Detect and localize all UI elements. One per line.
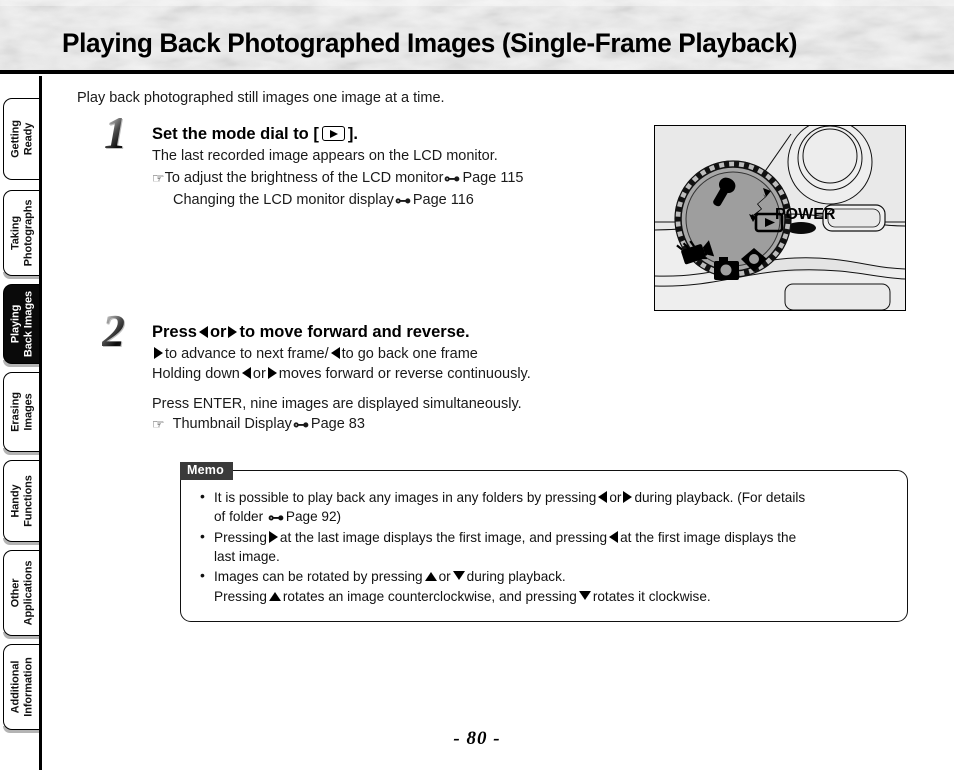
step-2-line-2-b: or (252, 366, 266, 382)
sidebar-item-label: Taking Photographs (9, 199, 34, 267)
step-1-reference-2-text: Changing the LCD monitor display (173, 192, 394, 208)
step-2-number: 2 (102, 305, 125, 356)
step-2-line-2-a: Holding down (152, 366, 240, 382)
cross-reference-arrow-icon: ⊷ (394, 193, 411, 210)
camera-mode-dial-illustration: M POWER (654, 125, 906, 311)
step-2-reference-text: Thumbnail Display (172, 416, 292, 432)
step-1-line-1: The last recorded image appears on the L… (152, 148, 498, 164)
header-rule (0, 70, 954, 74)
memo-item-0-b: or (609, 490, 622, 505)
sidebar-item-label: Handy Functions (9, 475, 34, 527)
memo-item-3-a: Pressing (214, 589, 267, 604)
step-2-heading-part1: Press (152, 323, 197, 341)
triangle-up-icon (424, 572, 437, 581)
step-2-heading-part2: or (209, 323, 227, 341)
pointing-hand-icon: ☞ (152, 416, 165, 432)
memo-item-0-continuation: of folder ⊷ Page 92) (214, 507, 900, 527)
memo-item: It is possible to play back any images i… (200, 487, 900, 527)
pointing-hand-icon: ☞ (152, 170, 165, 186)
sidebar-item-label: Getting Ready (9, 120, 34, 158)
step-1-reference-1-text: To adjust the brightness of the LCD moni… (164, 170, 444, 186)
triangle-right-icon (268, 531, 278, 543)
step-2-reference: ☞ Thumbnail Display⊷ Page 83 (152, 416, 365, 434)
playback-icon (321, 126, 345, 141)
sidebar-item-taking-photographs[interactable]: Taking Photographs (3, 190, 39, 276)
camera-figure-svg: M POWER (655, 126, 905, 310)
sidebar-item-label: Additional Information (9, 657, 34, 717)
step-1-reference-1: ☞To adjust the brightness of the LCD mon… (152, 170, 523, 188)
page-content: Play back photographed still images one … (42, 76, 954, 770)
step-2-reference-page[interactable]: Page 83 (311, 416, 365, 432)
triangle-right-icon (267, 367, 277, 379)
triangle-left-icon (198, 326, 208, 338)
triangle-left-icon (609, 531, 619, 543)
power-label: POWER (775, 206, 836, 223)
memo-item-3-b: rotates an image counterclockwise, and p… (282, 589, 577, 604)
triangle-right-icon (228, 326, 238, 338)
sidebar-tab-rail: Getting Ready Taking Photographs Playing… (0, 76, 42, 770)
step-2-line-1: to advance to next frame/to go back one … (152, 346, 478, 362)
step-1-reference-2: Changing the LCD monitor display⊷ Page 11… (173, 192, 474, 210)
memo-item-2-a: Images can be rotated by pressing (214, 569, 423, 584)
sidebar-item-label: Playing Back Images (9, 290, 34, 358)
page-number: - 80 - (453, 728, 501, 749)
triangle-up-icon (268, 592, 281, 601)
triangle-down-icon (452, 571, 465, 580)
step-2-line-2: Holding down or moves forward or reverse c… (152, 366, 531, 382)
memo-label: Memo (180, 462, 233, 480)
sidebar-item-other-applications[interactable]: Other Applications (3, 550, 39, 636)
sidebar-item-erasing-images[interactable]: Erasing Images (3, 372, 39, 452)
triangle-left-icon (241, 367, 251, 379)
triangle-down-icon (578, 591, 591, 600)
step-2-line-3: Press ENTER, nine images are displayed s… (152, 396, 522, 412)
memo-item-1-a: Pressing (214, 530, 267, 545)
memo-item-1-continuation: last image. (214, 549, 280, 564)
step-2-line-1-a: to advance to next frame/ (165, 346, 329, 362)
step-2-line-2-c: moves forward or reverse continuously. (278, 366, 531, 382)
sidebar-item-playing-back-images[interactable]: Playing Back Images (3, 284, 39, 364)
step-1-heading-suffix: ]. (347, 125, 358, 143)
step-2-line-1-b: to go back one frame (341, 346, 478, 362)
step-1-reference-1-page[interactable]: Page 115 (462, 170, 523, 186)
sidebar-item-getting-ready[interactable]: Getting Ready (3, 98, 39, 180)
triangle-left-icon (598, 491, 608, 503)
memo-item-3-c: rotates it clockwise. (592, 589, 711, 604)
cross-reference-arrow-icon: ⊷ (267, 510, 284, 527)
step-1-number: 1 (104, 107, 127, 158)
step-1-heading: Set the mode dial to []. (152, 125, 358, 144)
intro-text: Play back photographed still images one … (77, 90, 445, 106)
sidebar-item-additional-information[interactable]: Additional Information (3, 644, 39, 730)
sidebar-item-label: Erasing Images (9, 392, 34, 432)
triangle-right-icon (623, 491, 633, 503)
step-2-heading-part3: to move forward and reverse. (239, 323, 470, 341)
step-2-heading: Press or to move forward and reverse. (152, 323, 470, 342)
memo-item-0-a: It is possible to play back any images i… (214, 490, 597, 505)
memo-item: Images can be rotated by pressing ordurin… (200, 566, 900, 586)
step-1-reference-2-page[interactable]: Page 116 (413, 192, 474, 208)
cross-reference-arrow-icon: ⊷ (292, 417, 309, 434)
memo-item: Pressing at the last image displays the f… (200, 527, 900, 566)
triangle-right-icon (154, 347, 163, 359)
page-title: Playing Back Photographed Images (Single… (62, 28, 798, 58)
cross-reference-arrow-icon: ⊷ (444, 171, 461, 188)
sidebar-item-label: Other Applications (9, 560, 34, 626)
memo-item: Pressing rotates an image counterclockwis… (200, 587, 900, 606)
memo-item-0-cont-page[interactable]: Page 92) (286, 509, 341, 524)
memo-item-1-b: at the last image displays the first ima… (279, 530, 608, 545)
memo-item-2-b: or (438, 569, 451, 584)
memo-item-0-cont-a: of folder (214, 509, 264, 524)
page-header: Playing Back Photographed Images (Single… (0, 0, 954, 74)
memo-item-1-c: at the first image displays the (620, 530, 797, 545)
sidebar-item-handy-functions[interactable]: Handy Functions (3, 460, 39, 542)
triangle-left-icon (330, 347, 340, 359)
memo-item-0-c: during playback. (For details (634, 490, 806, 505)
step-1-heading-prefix: Set the mode dial to [ (152, 125, 319, 143)
memo-item-2-c: during playback. (466, 569, 566, 584)
memo-list: It is possible to play back any images i… (200, 487, 900, 607)
